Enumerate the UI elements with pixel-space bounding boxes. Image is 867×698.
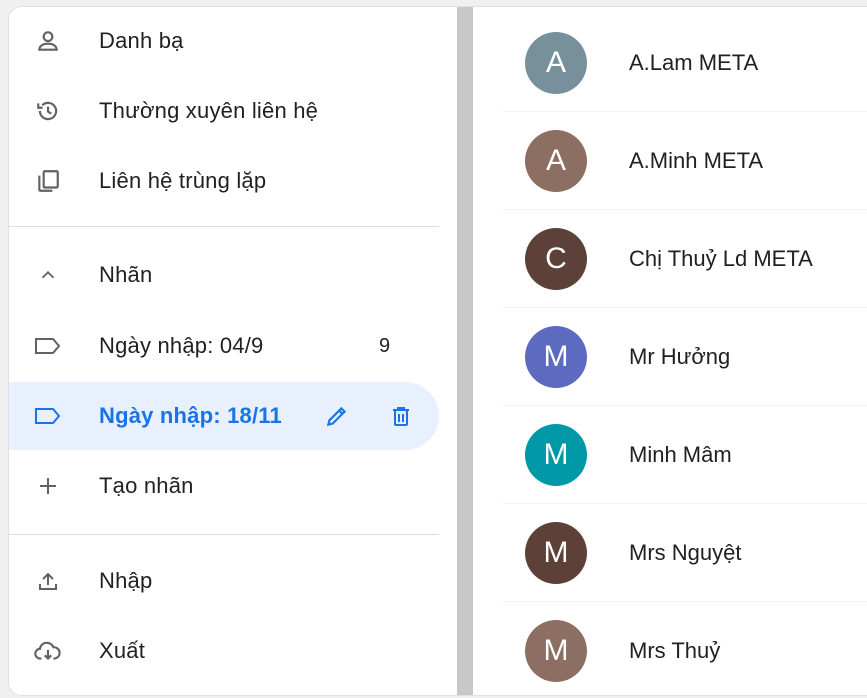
sidebar-item-label: Danh bạ xyxy=(99,28,184,53)
contacts-window: Danh bạ Thường xuyên liên hệ Liên hệ trù… xyxy=(8,6,867,696)
sidebar-item-label: Ngày nhập: 18/11 xyxy=(99,403,282,428)
label-count: 9 xyxy=(379,334,391,357)
history-icon xyxy=(33,96,63,126)
avatar: A xyxy=(525,130,587,192)
contact-row[interactable]: A A.Minh META xyxy=(473,112,867,210)
contact-row[interactable]: M Mr Hưởng xyxy=(473,308,867,406)
avatar: C xyxy=(525,228,587,290)
avatar: M xyxy=(525,620,587,682)
avatar: A xyxy=(525,32,587,94)
contact-list: A A.Lam META A A.Minh META C Chị Thuỷ Ld… xyxy=(473,7,867,695)
sidebar-item-label-0409[interactable]: Ngày nhập: 04/9 9 xyxy=(9,312,439,380)
sidebar-item-import[interactable]: Nhập xyxy=(9,547,439,615)
contact-row[interactable]: M Minh Mâm xyxy=(473,406,867,504)
sidebar-item-label: Thường xuyên liên hệ xyxy=(99,98,319,123)
sidebar-item-duplicates[interactable]: Liên hệ trùng lặp xyxy=(9,147,439,215)
avatar: M xyxy=(525,326,587,388)
divider xyxy=(9,226,439,227)
cloud-download-icon xyxy=(33,636,63,666)
person-icon xyxy=(33,26,63,56)
upload-icon xyxy=(33,566,63,596)
sidebar-item-frequently-contacted[interactable]: Thường xuyên liên hệ xyxy=(9,77,439,145)
sidebar-item-label: Ngày nhập: 04/9 xyxy=(99,333,264,358)
edit-icon[interactable] xyxy=(321,400,353,432)
avatar: M xyxy=(525,424,587,486)
label-icon xyxy=(33,331,63,361)
contact-name: Minh Mâm xyxy=(629,442,732,467)
labels-header[interactable]: Nhãn xyxy=(9,241,439,309)
sidebar-item-export[interactable]: Xuất xyxy=(9,617,439,685)
contact-row[interactable]: C Chị Thuỷ Ld META xyxy=(473,210,867,308)
sidebar-item-label: Xuất xyxy=(99,638,146,663)
create-label-button[interactable]: Tạo nhãn xyxy=(9,452,439,520)
contact-name: Mrs Thuỷ xyxy=(629,638,721,663)
delete-icon[interactable] xyxy=(385,400,417,432)
plus-icon xyxy=(33,471,63,501)
contact-name: Chị Thuỷ Ld META xyxy=(629,246,813,271)
contact-name: Mrs Nguyệt xyxy=(629,540,742,565)
sidebar-item-contacts[interactable]: Danh bạ xyxy=(9,7,439,75)
panel-separator[interactable] xyxy=(457,7,473,695)
create-label-text: Tạo nhãn xyxy=(99,473,194,498)
label-icon xyxy=(33,401,63,431)
contact-row[interactable]: M Mrs Nguyệt xyxy=(473,504,867,602)
contact-name: Mr Hưởng xyxy=(629,344,731,369)
chevron-up-icon xyxy=(33,260,63,290)
sidebar: Danh bạ Thường xuyên liên hệ Liên hệ trù… xyxy=(9,7,457,695)
sidebar-item-label: Liên hệ trùng lặp xyxy=(99,168,267,193)
divider xyxy=(9,534,439,535)
avatar: M xyxy=(525,522,587,584)
duplicate-icon xyxy=(33,166,63,196)
contact-name: A.Minh META xyxy=(629,148,764,173)
contact-row[interactable]: M Mrs Thuỷ xyxy=(473,602,867,695)
contact-row[interactable]: A A.Lam META xyxy=(473,14,867,112)
sidebar-item-label: Nhập xyxy=(99,568,153,593)
labels-header-label: Nhãn xyxy=(99,262,153,287)
sidebar-item-label-1811[interactable]: Ngày nhập: 18/11 xyxy=(9,382,439,450)
contact-name: A.Lam META xyxy=(629,50,759,75)
